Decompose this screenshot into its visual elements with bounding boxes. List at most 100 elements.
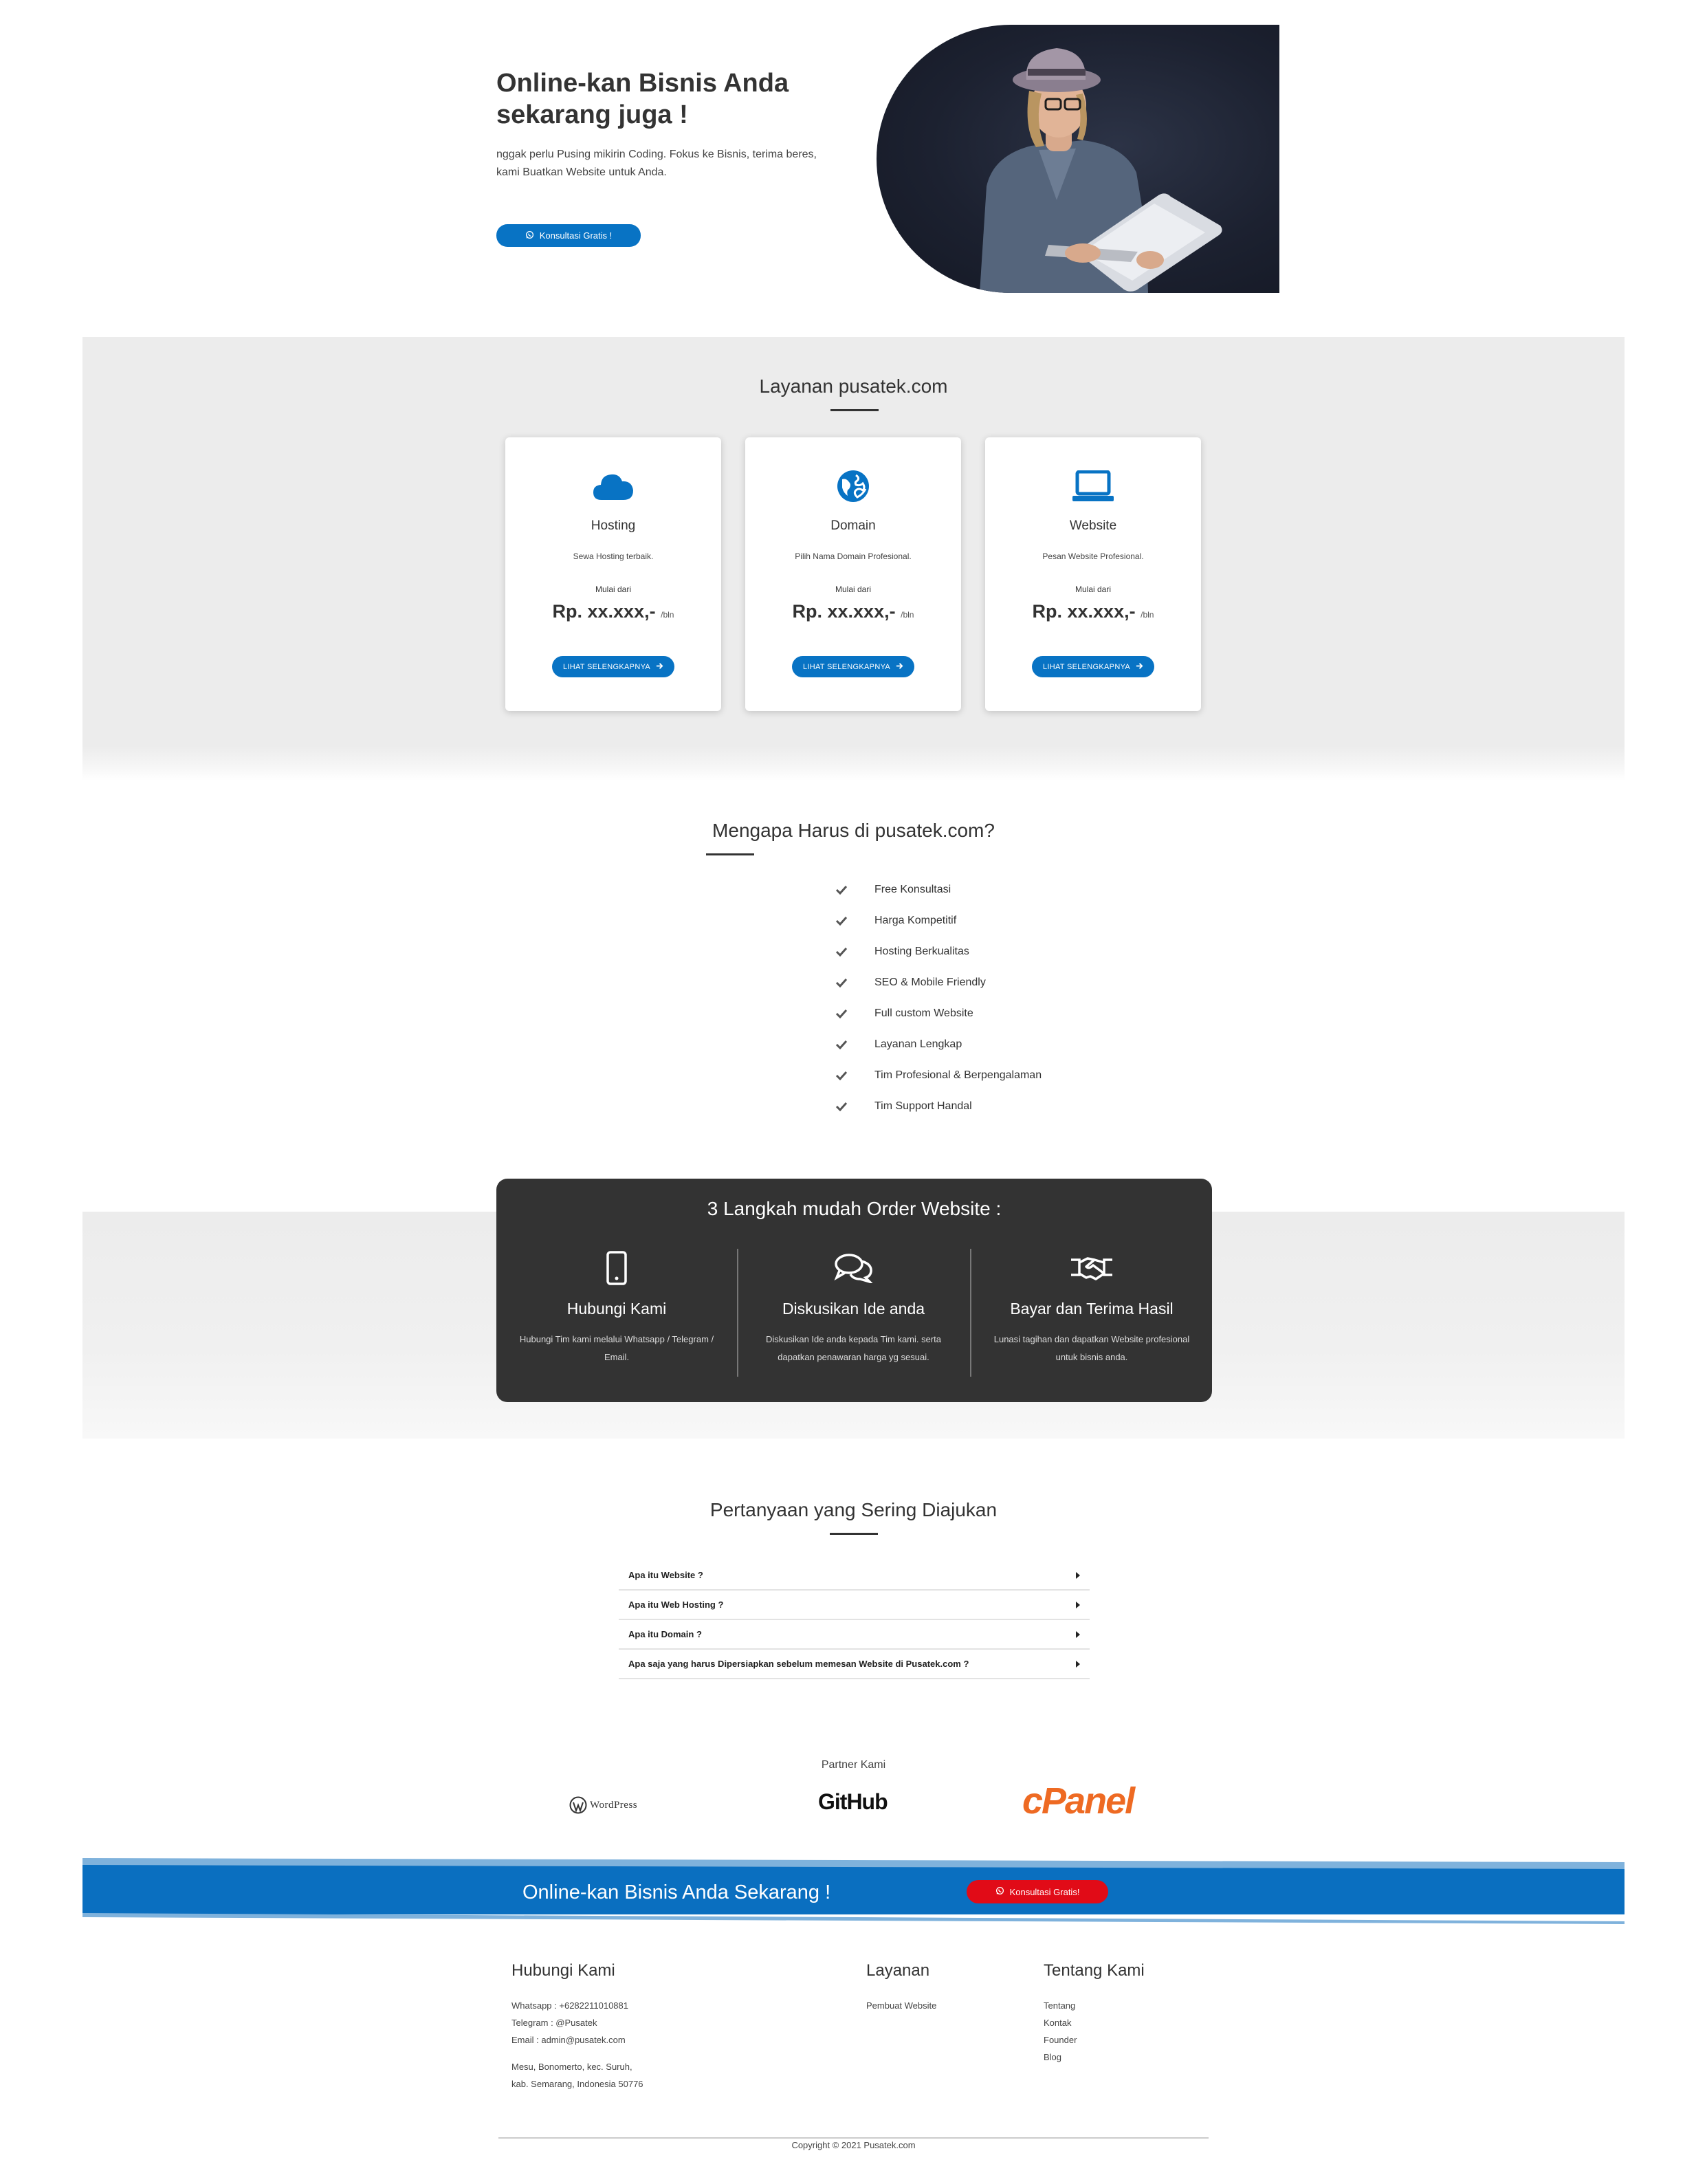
faq-item[interactable]: Apa itu Website ? — [619, 1561, 1090, 1591]
footer-link-blog[interactable]: Blog — [1044, 2049, 1077, 2066]
check-icon — [833, 882, 850, 898]
step-desc: Lunasi tagihan dan dapatkan Website prof… — [993, 1334, 1190, 1362]
step-pay: Bayar dan Terima Hasil Lunasi tagihan da… — [971, 1247, 1212, 1378]
step-name: Bayar dan Terima Hasil — [1010, 1300, 1174, 1318]
footer-about-title: Tentang Kami — [1044, 1961, 1145, 1980]
services-title-underline — [830, 409, 879, 411]
caret-right-icon — [1076, 1601, 1080, 1608]
cta-banner — [82, 1858, 1625, 1927]
list-item: Harga Kompetitif — [833, 910, 1246, 931]
globe-icon — [745, 468, 961, 505]
service-price: Rp. xx.xxx,- /bln — [552, 601, 674, 622]
consult-button-label: Konsultasi Gratis ! — [539, 230, 613, 241]
price-from-label: Mulai dari — [1075, 585, 1112, 594]
faq-item[interactable]: Apa saja yang harus Dipersiapkan sebelum… — [619, 1650, 1090, 1679]
hero-title: Online-kan Bisnis Anda sekarang juga ! — [496, 69, 789, 129]
cta-consult-button[interactable]: Konsultasi Gratis! — [967, 1880, 1108, 1903]
laptop-icon — [985, 468, 1201, 505]
check-icon — [833, 913, 850, 929]
footer-link-kontak[interactable]: Kontak — [1044, 2014, 1077, 2031]
price-from-label: Mulai dari — [595, 585, 632, 594]
service-card-hosting: Hosting Sewa Hosting terbaik. Mulai dari… — [505, 437, 721, 711]
check-icon — [833, 1067, 850, 1084]
list-item: Hosting Berkualitas — [833, 941, 1246, 962]
wordpress-logo: WordPress — [569, 1795, 659, 1815]
footer-telegram[interactable]: Telegram : @Pusatek — [511, 2014, 643, 2031]
cloud-icon — [505, 468, 721, 505]
steps-box: 3 Langkah mudah Order Website : Hubungi … — [496, 1179, 1212, 1402]
consult-button[interactable]: Konsultasi Gratis ! — [496, 224, 641, 247]
caret-right-icon — [1076, 1571, 1080, 1579]
faq-title: Pertanyaan yang Sering Diajukan — [709, 1499, 998, 1520]
why-title-underline — [706, 853, 754, 855]
handshake-icon — [971, 1247, 1212, 1289]
check-icon — [833, 1005, 850, 1022]
service-name: Hosting — [591, 518, 636, 533]
footer-link-tentang[interactable]: Tentang — [1044, 1997, 1077, 2014]
step-contact: Hubungi Kami Hubungi Tim kami melalui Wh… — [496, 1247, 737, 1378]
copyright: Copyright © 2021 Pusatek.com — [791, 2140, 916, 2150]
github-logo: GitHub — [818, 1789, 888, 1814]
list-item: SEO & Mobile Friendly — [833, 972, 1246, 993]
check-icon — [833, 1098, 850, 1115]
service-card-domain: Domain Pilih Nama Domain Profesional. Mu… — [745, 437, 961, 711]
footer-whatsapp[interactable]: Whatsapp : +6282211010881 — [511, 1997, 643, 2014]
faq-title-underline — [830, 1533, 878, 1535]
footer-address-line1: Mesu, Bonomerto, kec. Suruh, — [511, 2062, 632, 2072]
service-name: Domain — [830, 518, 876, 533]
step-desc: Hubungi Tim kami melalui Whatsapp / Tele… — [519, 1334, 714, 1362]
arrow-right-icon — [896, 662, 903, 672]
comments-icon — [738, 1247, 969, 1289]
service-price: Rp. xx.xxx,- /bln — [1032, 601, 1154, 622]
step-name: Diskusikan Ide anda — [782, 1300, 925, 1318]
hosting-detail-button[interactable]: LIHAT SELENGKAPNYA — [552, 656, 674, 677]
service-card-website: Website Pesan Website Profesional. Mulai… — [985, 437, 1201, 711]
partners-label: Partner Kami — [821, 1759, 886, 1771]
footer-services-links: Pembuat Website — [866, 1997, 936, 2014]
arrow-right-icon — [656, 662, 663, 672]
footer-address-line2: kab. Semarang, Indonesia 50776 — [511, 2079, 643, 2089]
step-discuss: Diskusikan Ide anda Diskusikan Ide anda … — [738, 1247, 969, 1378]
check-icon — [833, 974, 850, 991]
check-icon — [833, 1036, 850, 1053]
faq-item[interactable]: Apa itu Domain ? — [619, 1620, 1090, 1650]
footer-email[interactable]: Email : admin@pusatek.com — [511, 2031, 643, 2049]
website-detail-button[interactable]: LIHAT SELENGKAPNYA — [1032, 656, 1154, 677]
hero-subtitle: nggak perlu Pusing mikirin Coding. Fokus… — [496, 149, 817, 178]
caret-right-icon — [1076, 1630, 1080, 1638]
whatsapp-icon — [525, 230, 534, 241]
step-name: Hubungi Kami — [566, 1300, 667, 1318]
list-item: Tim Support Handal — [833, 1096, 1246, 1117]
list-item: Layanan Lengkap — [833, 1034, 1246, 1055]
footer-about-links: Tentang Kontak Founder Blog — [1044, 1997, 1077, 2066]
price-from-label: Mulai dari — [835, 585, 872, 594]
cpanel-logo: cPanel — [1022, 1780, 1135, 1822]
services-title: Layanan pusatek.com — [759, 375, 948, 397]
footer-contact-title: Hubungi Kami — [511, 1961, 615, 1980]
service-price: Rp. xx.xxx,- /bln — [792, 601, 914, 622]
service-desc: Pilih Nama Domain Profesional. — [795, 552, 912, 561]
footer-contact: Whatsapp : +6282211010881 Telegram : @Pu… — [511, 1997, 643, 2093]
whatsapp-icon — [995, 1886, 1004, 1897]
smartphone-icon — [496, 1247, 737, 1289]
footer-link-founder[interactable]: Founder — [1044, 2031, 1077, 2049]
faq-item[interactable]: Apa itu Web Hosting ? — [619, 1591, 1090, 1620]
check-icon — [833, 943, 850, 960]
service-desc: Pesan Website Profesional. — [1042, 552, 1144, 561]
footer-services-title: Layanan — [866, 1961, 930, 1980]
service-desc: Sewa Hosting terbaik. — [573, 552, 654, 561]
arrow-right-icon — [1136, 662, 1143, 672]
cta-text: Online-kan Bisnis Anda Sekarang ! — [522, 1881, 831, 1903]
footer-link-pembuat-website[interactable]: Pembuat Website — [866, 1997, 936, 2014]
why-title: Mengapa Harus di pusatek.com? — [712, 820, 995, 841]
footer-divider — [498, 2137, 1209, 2139]
list-item: Free Konsultasi — [833, 880, 1246, 900]
service-name: Website — [1069, 518, 1117, 533]
wordpress-icon — [569, 1796, 587, 1814]
hero-image — [877, 25, 1279, 293]
caret-right-icon — [1076, 1660, 1080, 1668]
list-item: Full custom Website — [833, 1003, 1246, 1024]
list-item: Tim Profesional & Berpengalaman — [833, 1065, 1246, 1086]
domain-detail-button[interactable]: LIHAT SELENGKAPNYA — [792, 656, 914, 677]
step-desc: Diskusikan Ide anda kepada Tim kami. ser… — [765, 1334, 942, 1362]
